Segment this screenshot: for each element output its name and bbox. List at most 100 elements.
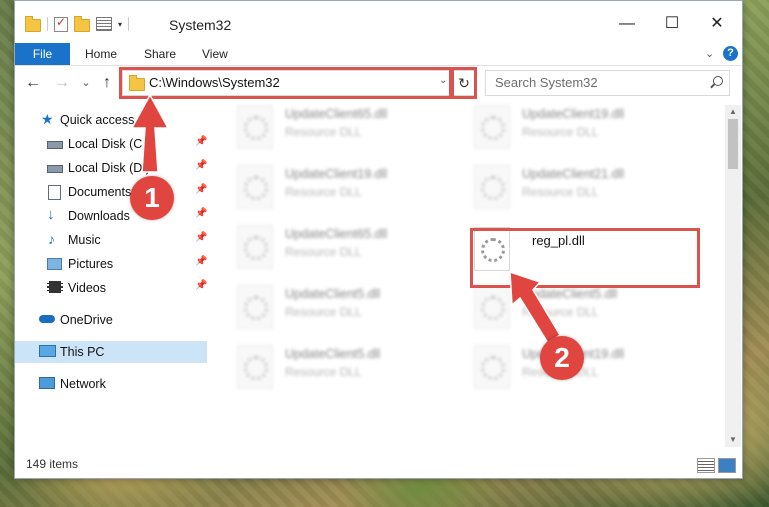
file-item[interactable]: UpdateClient19.dll Resource DLL (237, 165, 457, 215)
file-name: UpdateClient21.dll (522, 167, 625, 181)
search-icon (713, 76, 723, 86)
large-icons-view-icon[interactable] (718, 458, 736, 473)
customize-toolbar-dropdown-icon[interactable]: ▾ (118, 20, 122, 29)
dll-file-icon (237, 225, 273, 269)
step-2-badge: 2 (540, 336, 584, 380)
file-name: UpdateClient65.dll (285, 107, 388, 121)
sidebar-item-videos[interactable]: Videos 📌 (15, 277, 211, 299)
quick-access-toolbar: ▾ (25, 15, 130, 32)
close-button[interactable]: ✕ (702, 10, 732, 38)
pin-icon[interactable]: 📌 (195, 208, 207, 219)
dll-file-icon (474, 285, 510, 329)
search-box[interactable]: Search System32 (485, 70, 730, 96)
dll-file-icon (237, 105, 273, 149)
dll-file-icon (237, 285, 273, 329)
ribbon-tabs: File Home Share View ⌄ ? (15, 43, 742, 66)
file-name: UpdateClient5.dll (285, 347, 381, 361)
network-icon (39, 377, 55, 389)
sidebar-item-quick-access[interactable]: ★ Quick access (15, 109, 211, 131)
pin-icon[interactable]: 📌 (195, 280, 207, 291)
address-highlight-box (119, 67, 454, 99)
sidebar-item-this-pc[interactable]: This PC (15, 341, 207, 363)
status-bar: 149 items (15, 453, 742, 477)
scroll-down-icon[interactable]: ▼ (725, 433, 741, 447)
documents-icon (48, 185, 61, 200)
item-count: 149 items (26, 457, 79, 471)
file-type: Resource DLL (285, 365, 362, 379)
pin-icon[interactable]: 📌 (195, 160, 207, 171)
sidebar-item-label: Local Disk (C:) (68, 137, 150, 151)
file-name: UpdateClient5.dll (522, 287, 618, 301)
dll-file-icon (474, 165, 510, 209)
help-icon[interactable]: ? (723, 46, 738, 61)
sidebar-item-local-disk-d[interactable]: Local Disk (D:) 📌 (15, 157, 211, 179)
file-item[interactable]: UpdateClient19.dll Resource DLL (474, 105, 694, 155)
file-type: Resource DLL (285, 125, 362, 139)
sidebar-item-pictures[interactable]: Pictures 📌 (15, 253, 211, 275)
pin-icon[interactable]: 📌 (195, 256, 207, 267)
details-view-icon[interactable] (697, 458, 715, 473)
scroll-up-icon[interactable]: ▲ (725, 105, 741, 119)
file-item[interactable]: UpdateClient65.dll Resource DLL (237, 225, 457, 275)
vertical-scrollbar[interactable]: ▲ ▼ (725, 105, 741, 447)
sidebar-item-label: Downloads (68, 209, 130, 223)
file-explorer-window: ▾ System32 — ☐ ✕ File Home Share View ⌄ … (14, 0, 743, 479)
file-item[interactable]: UpdateClient5.dll Resource DLL (237, 285, 457, 335)
sidebar-item-label: This PC (60, 345, 105, 359)
maximize-button[interactable]: ☐ (657, 10, 687, 38)
minimize-button[interactable]: — (612, 10, 642, 38)
file-name: UpdateClient5.dll (285, 287, 381, 301)
file-name: UpdateClient19.dll (522, 107, 625, 121)
sidebar-item-label: Pictures (68, 257, 114, 271)
expand-ribbon-chevron-down-icon[interactable]: ⌄ (705, 43, 714, 65)
tab-home[interactable]: Home (85, 43, 117, 65)
star-icon: ★ (41, 111, 54, 127)
file-name: UpdateClient65.dll (285, 227, 388, 241)
forward-button[interactable]: → (52, 71, 72, 95)
file-type: Resource DLL (285, 245, 362, 259)
download-icon: ↓ (47, 206, 55, 223)
scrollbar-thumb[interactable] (728, 119, 738, 169)
sidebar-item-label: Documents (68, 185, 132, 199)
sidebar-item-local-disk-c[interactable]: Local Disk (C:) 📌 (15, 133, 211, 155)
sidebar-item-label: Quick access (60, 113, 135, 127)
sidebar-item-network[interactable]: Network (15, 373, 211, 395)
sidebar-item-label: Videos (68, 281, 106, 295)
sidebar-item-label: Network (60, 377, 106, 391)
file-item[interactable]: UpdateClient21.dll Resource DLL (474, 165, 694, 215)
pin-icon[interactable]: 📌 (195, 232, 207, 243)
view-properties-icon[interactable] (96, 17, 112, 31)
tab-file[interactable]: File (15, 43, 70, 65)
sidebar-item-downloads[interactable]: ↓ Downloads 📌 (15, 205, 211, 227)
step-1-badge: 1 (130, 176, 174, 220)
sidebar-item-label: Music (68, 233, 101, 247)
sidebar-item-music[interactable]: ♪ Music 📌 (15, 229, 211, 251)
file-item[interactable]: UpdateClient5.dll Resource DLL (237, 345, 457, 395)
new-folder-icon[interactable] (74, 16, 90, 32)
dll-file-icon (237, 345, 273, 389)
sidebar-item-label: OneDrive (60, 313, 113, 327)
tab-view[interactable]: View (202, 43, 228, 65)
file-item[interactable]: UpdateClient19.dll Resource DLL (474, 345, 694, 395)
back-button[interactable]: ← (23, 71, 43, 95)
search-input[interactable]: Search System32 (495, 75, 598, 90)
properties-check-icon[interactable] (54, 15, 68, 32)
tab-share[interactable]: Share (144, 43, 176, 65)
sidebar-item-documents[interactable]: Documents 📌 (15, 181, 211, 203)
sidebar-item-onedrive[interactable]: OneDrive (15, 309, 211, 331)
dll-file-icon (237, 165, 273, 209)
file-type: Resource DLL (522, 305, 599, 319)
file-item[interactable]: UpdateClient65.dll Resource DLL (237, 105, 457, 155)
up-button[interactable]: ↑ (97, 71, 117, 95)
pin-icon[interactable]: 📌 (195, 136, 207, 147)
toolbar-divider (47, 17, 48, 31)
folder-icon (25, 16, 41, 32)
drive-icon (47, 141, 63, 149)
sidebar-item-label: Local Disk (D:) (68, 161, 150, 175)
pin-icon[interactable]: 📌 (195, 184, 207, 195)
title-bar: ▾ System32 — ☐ ✕ (15, 1, 742, 43)
file-type: Resource DLL (522, 185, 599, 199)
recent-locations-button[interactable]: ⌄ (76, 71, 96, 95)
file-item[interactable]: UpdateClient5.dll Resource DLL (474, 285, 694, 335)
cloud-icon (39, 315, 55, 323)
